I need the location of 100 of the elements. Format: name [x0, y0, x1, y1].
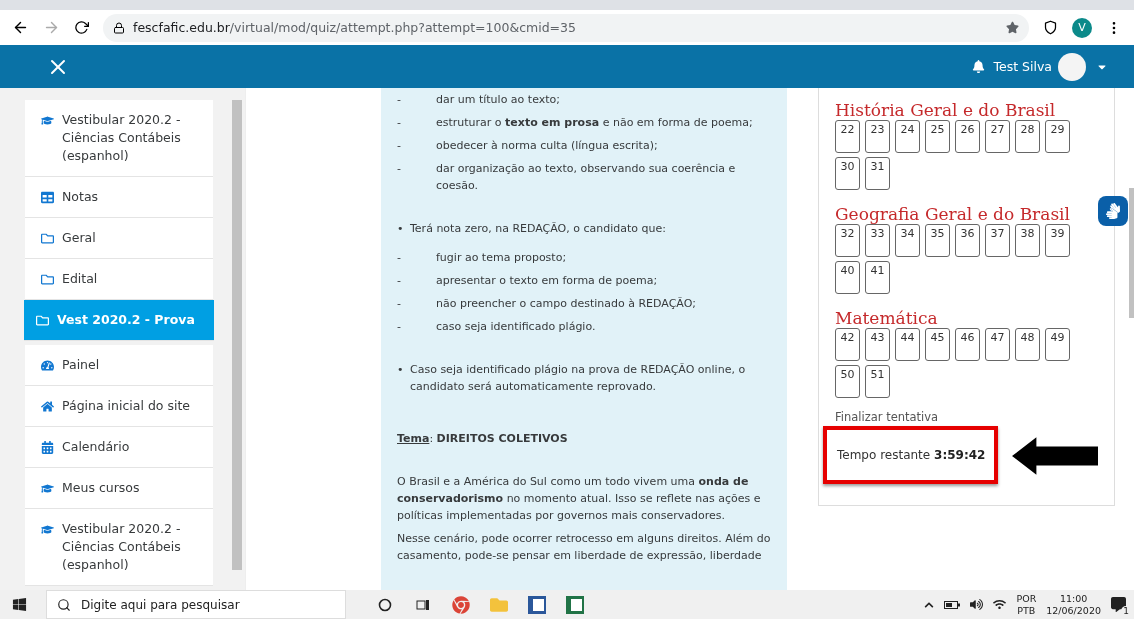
folder-icon [41, 232, 54, 245]
user-name[interactable]: Test Silva [993, 59, 1052, 74]
question-button[interactable]: 47 [985, 328, 1010, 361]
question-button[interactable]: 30 [835, 157, 860, 190]
question-button[interactable]: 51 [865, 365, 890, 398]
list-text: apresentar o texto em forma de poema; [436, 273, 658, 289]
sidebar-item[interactable]: Notas [25, 177, 213, 218]
question-button[interactable]: 48 [1015, 328, 1040, 361]
bell-icon[interactable] [972, 60, 986, 73]
sidebar-item-label: Vestibular 2020.2 - Ciências Contábeis (espanhol) [62, 520, 182, 574]
url-path: /virtual/mod/quiz/attempt.php?attempt=100&cmid=35 [229, 20, 576, 35]
sign-language-icon[interactable] [1098, 196, 1128, 226]
excel-icon[interactable] [566, 595, 584, 614]
graduation-cap-icon [41, 114, 54, 127]
dash-marker: - [397, 93, 401, 106]
back-icon[interactable] [12, 19, 29, 36]
sidebar-item-label: Edital [62, 270, 98, 288]
folder-icon [36, 314, 49, 327]
sidebar-item[interactable]: Meus cursos [25, 468, 213, 509]
question-button[interactable]: 44 [895, 328, 920, 361]
question-button[interactable]: 31 [865, 157, 890, 190]
sidebar-item[interactable]: Calendário [25, 427, 213, 468]
user-avatar[interactable] [1058, 52, 1086, 81]
sidebar-item[interactable]: Vestibular 2020.2 - Ciências Contábeis (espanhol) [25, 509, 213, 586]
paragraph: Nesse cenário, pode ocorrer retrocesso em alguns direitos. Além do casamento, pode-se pensar em liberdade de expressão, liberdade [397, 531, 772, 564]
question-button[interactable]: 39 [1045, 224, 1070, 257]
task-view-icon[interactable] [416, 597, 430, 612]
circle-icon[interactable] [378, 597, 392, 612]
folder-icon [41, 273, 54, 286]
address-bar[interactable]: fescfafic.edu.br/virtual/mod/quiz/attempt.php?attempt=100&cmid=35 [103, 13, 1029, 42]
reload-icon[interactable] [74, 20, 89, 35]
language-indicator[interactable]: POR PTB [1016, 592, 1037, 617]
question-button[interactable]: 26 [955, 120, 980, 153]
question-button[interactable]: 37 [985, 224, 1010, 257]
shield-icon[interactable] [1043, 20, 1058, 35]
time-remaining: Tempo restante 3:59:42 [837, 448, 986, 462]
url-host: fescfafic.edu.br [133, 20, 230, 35]
question-button[interactable]: 46 [955, 328, 980, 361]
section-title: Geografia Geral e do Brasil [835, 204, 1071, 224]
home-icon [41, 400, 54, 413]
taskbar-search-field[interactable]: Digite aqui para pesquisar [46, 590, 346, 619]
sidebar-item-label: Calendário [62, 438, 130, 456]
question-button[interactable]: 25 [925, 120, 950, 153]
wifi-icon[interactable] [993, 598, 1007, 611]
word-icon[interactable] [528, 595, 546, 614]
question-button[interactable]: 22 [835, 120, 860, 153]
question-button[interactable]: 45 [925, 328, 950, 361]
question-button[interactable]: 49 [1045, 328, 1070, 361]
list-text: Terá nota zero, na REDAÇÃO, o candidato que: [410, 221, 666, 237]
question-button[interactable]: 35 [925, 224, 950, 257]
table-icon [41, 191, 54, 204]
calendar-icon [41, 441, 54, 454]
sidebar-item[interactable]: Edital [25, 259, 213, 300]
dash-marker: - [397, 297, 401, 310]
sidebar-item-label: Vest 2020.2 - Prova [57, 311, 195, 329]
battery-icon[interactable] [944, 599, 961, 610]
dash-marker: - [397, 116, 401, 129]
sidebar-item[interactable]: Painel [25, 345, 213, 386]
sidebar-item-label: Página inicial do site [62, 397, 191, 415]
list-text: obedecer à norma culta (língua escrita); [436, 138, 658, 154]
dash-marker: - [397, 320, 401, 333]
clock[interactable]: 11:00 12/06/2020 [1046, 592, 1101, 617]
question-button[interactable]: 43 [865, 328, 890, 361]
question-button[interactable]: 50 [835, 365, 860, 398]
search-icon [57, 597, 71, 612]
profile-avatar[interactable]: V [1072, 17, 1092, 38]
dash-marker: - [397, 274, 401, 287]
question-button[interactable]: 38 [1015, 224, 1040, 257]
sidebar-item[interactable]: Vestibular 2020.2 - Ciências Contábeis (espanhol) [25, 100, 213, 177]
star-icon[interactable] [1006, 21, 1019, 34]
dash-marker: - [397, 251, 401, 264]
sidebar-item-label: Painel [62, 356, 100, 374]
question-button[interactable]: 24 [895, 120, 920, 153]
question-button[interactable]: 36 [955, 224, 980, 257]
theme-heading: Tema: DIREITOS COLETIVOS [397, 431, 569, 447]
windows-icon[interactable] [11, 597, 27, 612]
question-button[interactable]: 32 [835, 224, 860, 257]
list-text: não preencher o campo destinado à REDAÇÃO; [436, 296, 697, 312]
question-button[interactable]: 40 [835, 261, 860, 294]
question-button[interactable]: 33 [865, 224, 890, 257]
sidebar-item[interactable]: Página inicial do site [25, 386, 213, 427]
question-button[interactable]: 34 [895, 224, 920, 257]
volume-icon[interactable] [970, 598, 984, 611]
chrome-icon[interactable] [452, 595, 470, 614]
question-button[interactable]: 29 [1045, 120, 1070, 153]
question-button[interactable]: 27 [985, 120, 1010, 153]
question-button[interactable]: 42 [835, 328, 860, 361]
sidebar-item[interactable]: Geral [25, 218, 213, 259]
graduation-cap-icon [41, 523, 54, 536]
notification-icon[interactable] [1111, 597, 1126, 612]
question-button[interactable]: 28 [1015, 120, 1040, 153]
bullet-marker: • [397, 363, 404, 376]
finish-attempt-link[interactable]: Finalizar tentativa [835, 410, 1098, 424]
sidebar-item-label: Meus cursos [62, 479, 140, 497]
question-button[interactable]: 41 [865, 261, 890, 294]
list-text: caso seja identificado plágio. [436, 319, 596, 335]
lock-icon [113, 21, 125, 34]
question-button[interactable]: 23 [865, 120, 890, 153]
gauge-icon [41, 359, 54, 372]
list-text: estruturar o texto em prosa e não em forma de poema; [436, 115, 753, 131]
